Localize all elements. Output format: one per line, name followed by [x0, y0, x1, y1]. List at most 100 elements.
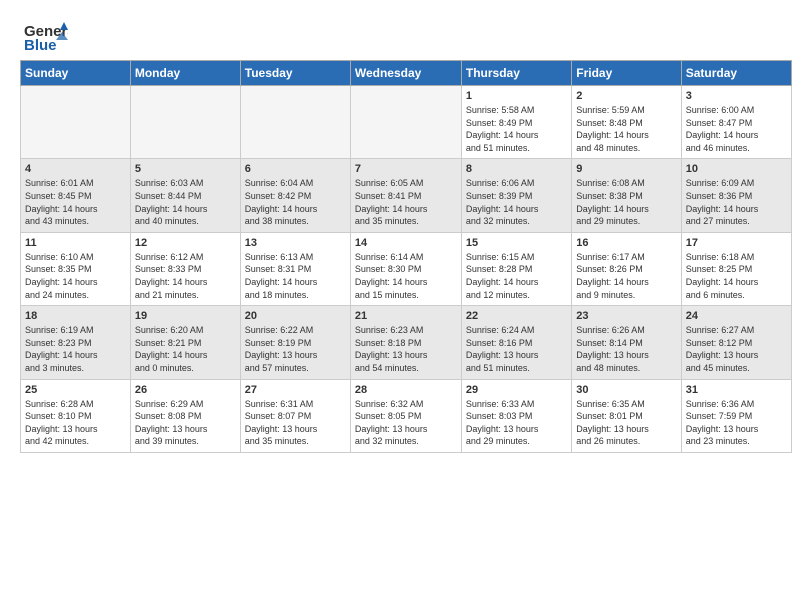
- day-info: Sunrise: 6:08 AM Sunset: 8:38 PM Dayligh…: [576, 177, 676, 227]
- calendar-wrapper: SundayMondayTuesdayWednesdayThursdayFrid…: [0, 60, 792, 461]
- day-number: 15: [466, 237, 567, 249]
- calendar-cell: 6 Sunrise: 6:04 AM Sunset: 8:42 PM Daylig…: [240, 159, 350, 232]
- calendar-cell: 11 Sunrise: 6:10 AM Sunset: 8:35 PM Dayli…: [21, 232, 131, 305]
- day-info: Sunrise: 6:09 AM Sunset: 8:36 PM Dayligh…: [686, 177, 787, 227]
- calendar-cell: 20 Sunrise: 6:22 AM Sunset: 8:19 PM Dayli…: [240, 306, 350, 379]
- day-number: 2: [576, 90, 676, 102]
- day-info: Sunrise: 6:33 AM Sunset: 8:03 PM Dayligh…: [466, 398, 567, 448]
- day-info: Sunrise: 5:59 AM Sunset: 8:48 PM Dayligh…: [576, 104, 676, 154]
- calendar-cell: 27 Sunrise: 6:31 AM Sunset: 8:07 PM Dayli…: [240, 379, 350, 452]
- day-info: Sunrise: 6:03 AM Sunset: 8:44 PM Dayligh…: [135, 177, 236, 227]
- day-info: Sunrise: 6:14 AM Sunset: 8:30 PM Dayligh…: [355, 251, 457, 301]
- calendar-cell: [240, 86, 350, 159]
- calendar-cell: 21 Sunrise: 6:23 AM Sunset: 8:18 PM Dayli…: [350, 306, 461, 379]
- day-header-monday: Monday: [130, 61, 240, 86]
- day-header-thursday: Thursday: [461, 61, 571, 86]
- day-number: 23: [576, 310, 676, 322]
- day-number: 9: [576, 163, 676, 175]
- calendar-week-row: 4 Sunrise: 6:01 AM Sunset: 8:45 PM Daylig…: [21, 159, 792, 232]
- calendar-cell: [130, 86, 240, 159]
- day-info: Sunrise: 6:12 AM Sunset: 8:33 PM Dayligh…: [135, 251, 236, 301]
- day-number: 18: [25, 310, 126, 322]
- calendar-cell: 8 Sunrise: 6:06 AM Sunset: 8:39 PM Daylig…: [461, 159, 571, 232]
- day-header-wednesday: Wednesday: [350, 61, 461, 86]
- day-info: Sunrise: 5:58 AM Sunset: 8:49 PM Dayligh…: [466, 104, 567, 154]
- day-header-friday: Friday: [572, 61, 681, 86]
- day-info: Sunrise: 6:10 AM Sunset: 8:35 PM Dayligh…: [25, 251, 126, 301]
- calendar-cell: 30Sunrise: 6:35 AM Sunset: 8:01 PM Dayli…: [572, 379, 681, 452]
- calendar-cell: 12 Sunrise: 6:12 AM Sunset: 8:33 PM Dayli…: [130, 232, 240, 305]
- day-info: Sunrise: 6:20 AM Sunset: 8:21 PM Dayligh…: [135, 324, 236, 374]
- calendar-cell: [350, 86, 461, 159]
- calendar-cell: 9 Sunrise: 6:08 AM Sunset: 8:38 PM Daylig…: [572, 159, 681, 232]
- day-number: 27: [245, 384, 346, 396]
- calendar-cell: 10 Sunrise: 6:09 AM Sunset: 8:36 PM Dayli…: [681, 159, 791, 232]
- calendar-cell: 22 Sunrise: 6:24 AM Sunset: 8:16 PM Dayli…: [461, 306, 571, 379]
- logo-icon: General Blue: [24, 18, 68, 52]
- day-info: Sunrise: 6:23 AM Sunset: 8:18 PM Dayligh…: [355, 324, 457, 374]
- day-number: 7: [355, 163, 457, 175]
- calendar-cell: 28Sunrise: 6:32 AM Sunset: 8:05 PM Dayli…: [350, 379, 461, 452]
- day-number: 25: [25, 384, 126, 396]
- calendar-cell: 5 Sunrise: 6:03 AM Sunset: 8:44 PM Daylig…: [130, 159, 240, 232]
- day-number: 5: [135, 163, 236, 175]
- calendar-cell: 17Sunrise: 6:18 AM Sunset: 8:25 PM Dayli…: [681, 232, 791, 305]
- day-header-saturday: Saturday: [681, 61, 791, 86]
- day-info: Sunrise: 6:27 AM Sunset: 8:12 PM Dayligh…: [686, 324, 787, 374]
- day-number: 13: [245, 237, 346, 249]
- day-info: Sunrise: 6:35 AM Sunset: 8:01 PM Dayligh…: [576, 398, 676, 448]
- day-number: 14: [355, 237, 457, 249]
- day-info: Sunrise: 6:01 AM Sunset: 8:45 PM Dayligh…: [25, 177, 126, 227]
- day-info: Sunrise: 6:17 AM Sunset: 8:26 PM Dayligh…: [576, 251, 676, 301]
- calendar-cell: 7Sunrise: 6:05 AM Sunset: 8:41 PM Daylig…: [350, 159, 461, 232]
- calendar-cell: 31 Sunrise: 6:36 AM Sunset: 7:59 PM Dayli…: [681, 379, 791, 452]
- calendar-cell: 24 Sunrise: 6:27 AM Sunset: 8:12 PM Dayli…: [681, 306, 791, 379]
- logo: General Blue: [24, 18, 68, 52]
- day-number: 31: [686, 384, 787, 396]
- day-number: 10: [686, 163, 787, 175]
- day-info: Sunrise: 6:28 AM Sunset: 8:10 PM Dayligh…: [25, 398, 126, 448]
- calendar-cell: 1 Sunrise: 5:58 AM Sunset: 8:49 PM Daylig…: [461, 86, 571, 159]
- svg-text:Blue: Blue: [24, 37, 57, 52]
- calendar-cell: 13 Sunrise: 6:13 AM Sunset: 8:31 PM Dayli…: [240, 232, 350, 305]
- day-number: 24: [686, 310, 787, 322]
- day-info: Sunrise: 6:13 AM Sunset: 8:31 PM Dayligh…: [245, 251, 346, 301]
- calendar-cell: 16 Sunrise: 6:17 AM Sunset: 8:26 PM Dayli…: [572, 232, 681, 305]
- day-number: 1: [466, 90, 567, 102]
- day-number: 22: [466, 310, 567, 322]
- day-info: Sunrise: 6:22 AM Sunset: 8:19 PM Dayligh…: [245, 324, 346, 374]
- day-number: 19: [135, 310, 236, 322]
- day-number: 21: [355, 310, 457, 322]
- day-number: 4: [25, 163, 126, 175]
- calendar-cell: 23 Sunrise: 6:26 AM Sunset: 8:14 PM Dayli…: [572, 306, 681, 379]
- day-number: 6: [245, 163, 346, 175]
- day-info: Sunrise: 6:29 AM Sunset: 8:08 PM Dayligh…: [135, 398, 236, 448]
- calendar-table: SundayMondayTuesdayWednesdayThursdayFrid…: [20, 60, 792, 453]
- day-info: Sunrise: 6:36 AM Sunset: 7:59 PM Dayligh…: [686, 398, 787, 448]
- day-info: Sunrise: 6:04 AM Sunset: 8:42 PM Dayligh…: [245, 177, 346, 227]
- day-info: Sunrise: 6:24 AM Sunset: 8:16 PM Dayligh…: [466, 324, 567, 374]
- calendar-cell: 29 Sunrise: 6:33 AM Sunset: 8:03 PM Dayli…: [461, 379, 571, 452]
- day-number: 11: [25, 237, 126, 249]
- calendar-cell: 4 Sunrise: 6:01 AM Sunset: 8:45 PM Daylig…: [21, 159, 131, 232]
- page-header: General Blue: [0, 0, 792, 60]
- day-number: 20: [245, 310, 346, 322]
- day-number: 16: [576, 237, 676, 249]
- calendar-week-row: 25 Sunrise: 6:28 AM Sunset: 8:10 PM Dayli…: [21, 379, 792, 452]
- days-header-row: SundayMondayTuesdayWednesdayThursdayFrid…: [21, 61, 792, 86]
- calendar-cell: 15Sunrise: 6:15 AM Sunset: 8:28 PM Dayli…: [461, 232, 571, 305]
- day-number: 3: [686, 90, 787, 102]
- calendar-cell: 18 Sunrise: 6:19 AM Sunset: 8:23 PM Dayli…: [21, 306, 131, 379]
- day-info: Sunrise: 6:06 AM Sunset: 8:39 PM Dayligh…: [466, 177, 567, 227]
- calendar-week-row: 18 Sunrise: 6:19 AM Sunset: 8:23 PM Dayli…: [21, 306, 792, 379]
- calendar-week-row: 1 Sunrise: 5:58 AM Sunset: 8:49 PM Daylig…: [21, 86, 792, 159]
- day-info: Sunrise: 6:31 AM Sunset: 8:07 PM Dayligh…: [245, 398, 346, 448]
- day-info: Sunrise: 6:18 AM Sunset: 8:25 PM Dayligh…: [686, 251, 787, 301]
- day-info: Sunrise: 6:26 AM Sunset: 8:14 PM Dayligh…: [576, 324, 676, 374]
- day-number: 12: [135, 237, 236, 249]
- day-info: Sunrise: 6:19 AM Sunset: 8:23 PM Dayligh…: [25, 324, 126, 374]
- day-number: 8: [466, 163, 567, 175]
- calendar-week-row: 11 Sunrise: 6:10 AM Sunset: 8:35 PM Dayli…: [21, 232, 792, 305]
- day-number: 29: [466, 384, 567, 396]
- calendar-cell: 2 Sunrise: 5:59 AM Sunset: 8:48 PM Daylig…: [572, 86, 681, 159]
